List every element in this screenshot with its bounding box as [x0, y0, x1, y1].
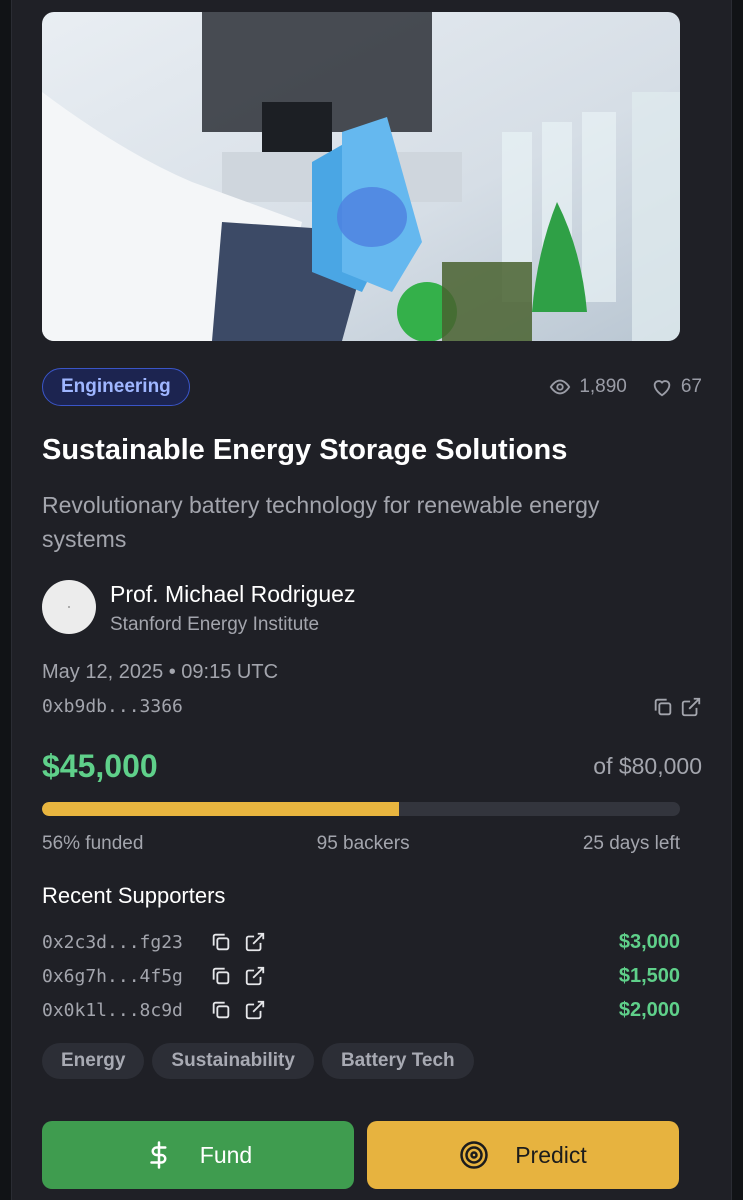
- percent-funded: 56% funded: [42, 833, 144, 854]
- project-description: Revolutionary battery technology for ren…: [42, 492, 600, 552]
- backer-count: 95 backers: [316, 833, 410, 854]
- category-badge[interactable]: Engineering: [42, 368, 190, 406]
- funding-progress-fill: [42, 802, 400, 816]
- tag-sustainability[interactable]: Sustainability: [152, 1043, 314, 1079]
- project-image: [42, 12, 680, 341]
- heart-icon[interactable]: [651, 376, 673, 398]
- recent-supporters-heading: Recent Supporters: [42, 883, 226, 908]
- copy-icon[interactable]: [652, 696, 674, 718]
- predict-button[interactable]: Predict: [367, 1121, 679, 1189]
- list-item: 0x6g7h...4f5g $1,500: [42, 959, 680, 993]
- supporter-amount: $2,000: [618, 998, 680, 1021]
- predict-button-label: Predict: [515, 1141, 587, 1168]
- external-link-icon[interactable]: [680, 696, 702, 718]
- external-link-icon[interactable]: [244, 931, 266, 953]
- funding-meta: 56% funded 95 backers 25 days left: [42, 830, 680, 858]
- list-item: 0x2c3d...fg23 $3,000: [42, 925, 680, 959]
- tag-energy[interactable]: Energy: [42, 1043, 145, 1079]
- tag-battery-tech[interactable]: Battery Tech: [321, 1043, 474, 1079]
- author-organization: Stanford Energy Institute: [110, 614, 320, 635]
- funding-goal: of $80,000: [593, 753, 702, 779]
- fund-button[interactable]: Fund: [42, 1121, 354, 1189]
- project-title: Sustainable Energy Storage Solutions: [42, 434, 568, 466]
- engagement-stats: 1,890 67: [549, 372, 702, 402]
- supporter-address: 0x6g7h...4f5g: [42, 965, 183, 987]
- tag-list: Energy Sustainability Battery Tech: [42, 1043, 474, 1079]
- project-date: May 12, 2025 • 09:15 UTC: [42, 661, 279, 683]
- copy-icon[interactable]: [210, 999, 232, 1021]
- dollar-icon: [144, 1140, 174, 1170]
- view-count: 1,890: [579, 376, 627, 397]
- supporters-list: 0x2c3d...fg23 $3,000 0x6g7h...4f5g $1,50…: [42, 925, 680, 1027]
- eye-icon: [549, 376, 571, 398]
- hash-actions: [652, 696, 702, 718]
- fund-button-label: Fund: [199, 1141, 253, 1168]
- days-left: 25 days left: [582, 833, 680, 854]
- target-icon: [459, 1140, 489, 1170]
- supporter-address: 0x2c3d...fg23: [42, 931, 183, 953]
- amount-raised: $45,000: [42, 748, 158, 784]
- copy-icon[interactable]: [210, 931, 232, 953]
- transaction-hash: 0xb9db...3366: [42, 696, 183, 717]
- copy-icon[interactable]: [210, 965, 232, 987]
- like-count: 67: [680, 376, 702, 397]
- supporter-amount: $1,500: [618, 964, 680, 987]
- external-link-icon[interactable]: [244, 965, 266, 987]
- funding-progress-bar: [42, 802, 680, 816]
- external-link-icon[interactable]: [244, 999, 266, 1021]
- list-item: 0x0k1l...8c9d $2,000: [42, 993, 680, 1027]
- supporter-amount: $3,000: [618, 930, 680, 953]
- supporter-address: 0x0k1l...8c9d: [42, 999, 183, 1021]
- author-name[interactable]: Prof. Michael Rodriguez: [110, 578, 355, 610]
- avatar: [42, 580, 96, 634]
